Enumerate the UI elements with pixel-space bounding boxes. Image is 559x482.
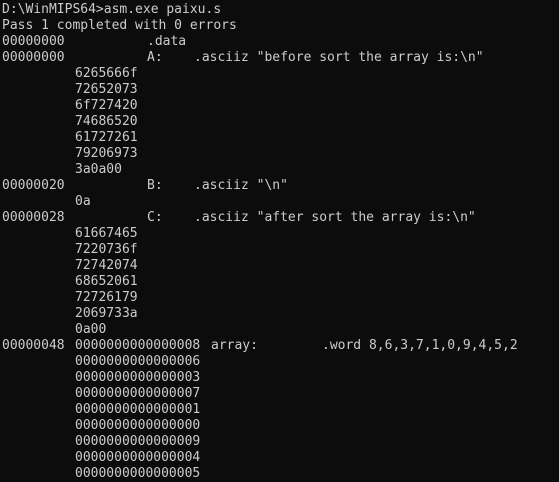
listing-hex-bytes: 68652061: [75, 274, 138, 289]
listing-hex-bytes: 0000000000000006: [75, 354, 201, 369]
listing-hex-bytes: 61667465: [75, 226, 138, 241]
listing-address: 00000000: [2, 50, 65, 65]
listing-directive: .word 8,6,3,7,1,0,9,4,5,2: [322, 338, 518, 353]
listing-directive: .data: [147, 34, 187, 49]
listing-address: 00000048: [2, 338, 65, 353]
listing-hex-bytes: 0000000000000007: [75, 386, 201, 401]
assembler-status-line: Pass 1 completed with 0 errors: [2, 18, 237, 33]
listing-hex-bytes: 0000000000000008: [75, 338, 201, 353]
listing-address: 00000028: [2, 210, 65, 225]
listing-hex-bytes: 0a: [75, 194, 91, 209]
listing-label: A:: [147, 50, 163, 65]
listing-hex-bytes: 74686520: [75, 114, 138, 129]
listing-hex-bytes: 0000000000000001: [75, 402, 201, 417]
listing-hex-bytes: 0a00: [75, 322, 107, 337]
listing-address: 00000020: [2, 178, 65, 193]
listing-label: B:: [147, 178, 163, 193]
listing-hex-bytes: 7220736f: [75, 242, 138, 257]
command-prompt-line: D:\WinMIPS64>asm.exe paixu.s: [2, 2, 222, 17]
listing-hex-bytes: 2069733a: [75, 306, 138, 321]
listing-hex-bytes: 6265666f: [75, 66, 138, 81]
listing-hex-bytes: 0000000000000003: [75, 370, 201, 385]
console-output[interactable]: D:\WinMIPS64>asm.exe paixu.s Pass 1 comp…: [2, 2, 559, 481]
listing-label: array:: [211, 338, 258, 353]
listing-hex-bytes: 72652073: [75, 82, 138, 97]
listing-hex-bytes: 3a0a00: [75, 162, 122, 177]
listing-directive: .asciiz "\n": [194, 178, 288, 193]
listing-directive: .asciiz "before sort the array is:\n": [194, 50, 484, 65]
listing-hex-bytes: 0000000000000009: [75, 434, 201, 449]
listing-directive: .asciiz "after sort the array is:\n": [194, 210, 476, 225]
listing-hex-bytes: 6f727420: [75, 98, 138, 113]
listing-hex-bytes: 72726179: [75, 290, 138, 305]
listing-hex-bytes: 61727261: [75, 130, 138, 145]
listing-hex-bytes: 72742074: [75, 258, 138, 273]
listing-address: 00000000: [2, 34, 65, 49]
listing-hex-bytes: 0000000000000005: [75, 466, 201, 481]
listing-hex-bytes: 0000000000000004: [75, 450, 201, 465]
listing-hex-bytes: 79206973: [75, 146, 138, 161]
listing-hex-bytes: 0000000000000000: [75, 418, 201, 433]
listing-label: C:: [147, 210, 163, 225]
